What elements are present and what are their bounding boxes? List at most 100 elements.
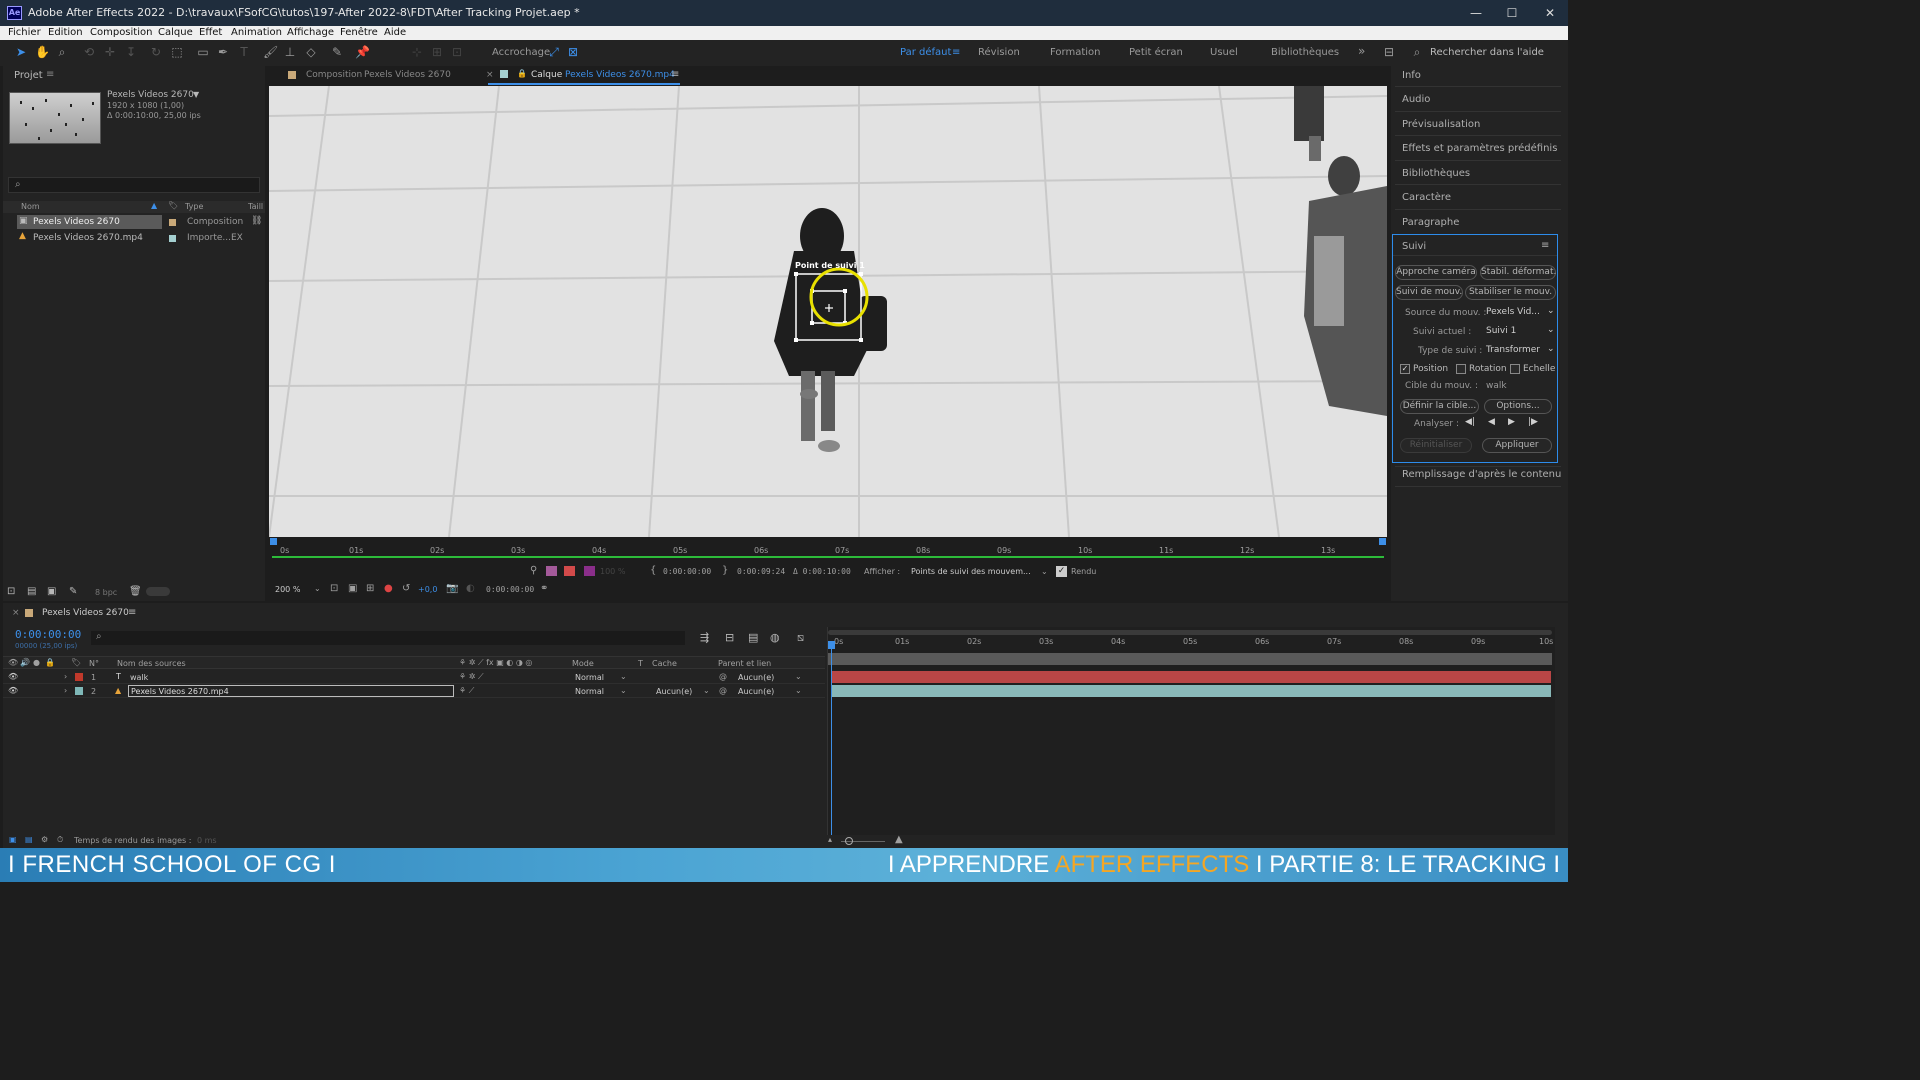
frame-blending-icon[interactable]: ◍ — [770, 631, 780, 644]
layer-label-color[interactable] — [75, 687, 83, 695]
menu-help[interactable]: Aide — [384, 27, 406, 38]
safe-zones-icon[interactable]: ▣ — [348, 583, 357, 594]
project-row-name[interactable]: Pexels Videos 2670.mp4 — [33, 233, 143, 243]
zoom-slider-thumb[interactable] — [845, 837, 853, 845]
in-time[interactable]: 0:00:00:00 — [663, 567, 711, 576]
chevron-down-icon[interactable]: ⌄ — [1547, 325, 1555, 339]
panel-menu-icon[interactable]: ≡ — [671, 69, 679, 80]
layer-parent-select[interactable]: Aucun(e) — [738, 687, 774, 696]
workspace-default[interactable]: Par défaut — [900, 47, 951, 58]
orbit-tool-icon[interactable]: ⟲ — [82, 45, 96, 59]
close-button[interactable]: ✕ — [1532, 3, 1568, 23]
panel-content-aware-fill[interactable]: Remplissage d'après le contenu — [1402, 469, 1561, 480]
out-time[interactable]: 0:00:09:24 — [737, 567, 785, 576]
track-motion-button[interactable]: Suivi de mouv. — [1395, 285, 1463, 300]
workspace-standard[interactable]: Usuel — [1210, 47, 1238, 58]
project-row-name[interactable]: Pexels Videos 2670 — [33, 217, 120, 227]
composition-tab-label[interactable]: Composition — [306, 70, 362, 80]
set-in-point-icon[interactable]: { — [650, 565, 656, 576]
layer-tab-name[interactable]: Pexels Videos 2670.mp4 — [565, 70, 675, 80]
track-type-select[interactable]: Transformer — [1486, 345, 1540, 359]
search-help-input[interactable]: Rechercher dans l'aide — [1430, 47, 1544, 58]
chevron-down-icon[interactable]: ⌄ — [1547, 306, 1555, 320]
project-search-input[interactable]: ⌕ — [8, 177, 260, 193]
hand-tool-icon[interactable]: ✋ — [35, 45, 50, 59]
panel-menu-icon[interactable]: ≡ — [46, 69, 54, 80]
zoom-in-icon[interactable]: ▲ — [895, 834, 903, 845]
anchor-tool-icon[interactable]: ⬚ — [170, 45, 184, 59]
fit-icon[interactable]: ⊡ — [330, 583, 338, 594]
panel-paragraph[interactable]: Paragraphe — [1402, 217, 1459, 228]
warp-stabilizer-button[interactable]: Stabil. déformat. — [1480, 265, 1556, 280]
current-time-indicator[interactable] — [831, 641, 832, 835]
panel-audio[interactable]: Audio — [1402, 94, 1430, 105]
maximize-button[interactable]: ☐ — [1494, 3, 1530, 23]
analyze-backward-icon[interactable]: ◀ — [1488, 417, 1495, 431]
layer-viewer[interactable]: Point de suivi 1 — [269, 86, 1387, 537]
analyze-backward-frame-icon[interactable]: ◀| — [1465, 417, 1475, 431]
menu-file[interactable]: Fichier — [8, 27, 41, 38]
visibility-eye-icon[interactable]: 👁 — [8, 686, 18, 695]
menu-layer[interactable]: Calque — [158, 27, 193, 38]
brush-tool-icon[interactable]: 🖌 — [263, 45, 278, 59]
reset-button[interactable]: Réinitialiser — [1400, 438, 1472, 453]
transfer-controls-toggle-icon[interactable]: ▤ — [25, 835, 33, 844]
link-icon[interactable]: ⚭ — [540, 583, 548, 594]
new-folder-icon[interactable]: ▤ — [27, 586, 36, 597]
zoom-tool-icon[interactable]: ⌕ — [55, 45, 69, 59]
in-point-marker[interactable] — [270, 538, 277, 545]
layer-parent-select[interactable]: Aucun(e) — [738, 673, 774, 682]
menu-window[interactable]: Fenêtre — [340, 27, 378, 38]
composition-tab-name[interactable]: Pexels Videos 2670 — [364, 70, 451, 80]
draft-3d-icon[interactable]: ⊟ — [725, 631, 734, 644]
graph-editor-icon[interactable]: ⧅ — [797, 631, 804, 645]
render-time-toggle-icon[interactable]: ⏱ — [57, 835, 63, 845]
menu-effect[interactable]: Effet — [199, 27, 222, 38]
chevron-down-icon[interactable]: ⌄ — [795, 672, 802, 681]
zoom-out-icon[interactable]: ▴ — [828, 835, 832, 844]
chevron-down-icon[interactable]: ⌄ — [1041, 567, 1048, 576]
timeline-tab[interactable]: Pexels Videos 2670 — [42, 608, 129, 618]
rotation-checkbox[interactable] — [1456, 364, 1466, 374]
panel-character[interactable]: Caractère — [1402, 192, 1451, 203]
position-checkbox[interactable]: ✓ — [1400, 364, 1410, 374]
workspace-panel-icon[interactable]: ⊟ — [1382, 45, 1396, 59]
channel-button[interactable] — [546, 566, 557, 576]
out-point-marker[interactable] — [1379, 538, 1386, 545]
lock-switch-icon[interactable]: 🔒 — [45, 658, 55, 667]
menu-view[interactable]: Affichage — [287, 27, 334, 38]
workspace-small-screen[interactable]: Petit écran — [1129, 47, 1183, 58]
panel-effects-presets[interactable]: Effets et paramètres prédéfinis — [1402, 143, 1557, 154]
timeline-graph[interactable]: 0s 01s 02s 03s 04s 05s 06s 07s 08s 09s 1… — [827, 627, 1555, 835]
column-size[interactable]: Taill — [248, 202, 263, 211]
channels-icon[interactable]: ● — [384, 583, 393, 594]
selection-tool-icon[interactable]: ➤ — [14, 45, 28, 59]
label-color-swatch[interactable] — [169, 235, 176, 242]
alpha-button[interactable] — [584, 566, 595, 576]
menu-animation[interactable]: Animation — [231, 27, 282, 38]
panel-menu-icon[interactable]: ≡ — [128, 607, 136, 618]
close-tab-icon[interactable]: × — [12, 608, 20, 618]
in-out-toggle-icon[interactable]: ⚙ — [41, 835, 48, 844]
workspace-overflow-icon[interactable]: » — [1358, 44, 1365, 58]
column-source-name[interactable]: Nom des sources — [117, 659, 186, 668]
layer-bar-walk[interactable] — [831, 671, 1551, 683]
layer-label-color[interactable] — [75, 673, 83, 681]
panel-preview[interactable]: Prévisualisation — [1402, 119, 1480, 130]
type-tool-icon[interactable]: T — [237, 45, 251, 59]
video-switch-icon[interactable]: 👁 — [8, 658, 18, 667]
scale-checkbox[interactable] — [1510, 364, 1520, 374]
bit-depth-button[interactable]: 8 bpc — [95, 588, 117, 597]
set-target-button[interactable]: Définir la cible... — [1400, 399, 1479, 414]
menu-composition[interactable]: Composition — [90, 27, 152, 38]
timeline-current-time[interactable]: 0:00:00:00 — [15, 628, 81, 641]
panel-info[interactable]: Info — [1402, 70, 1421, 81]
render-checkbox[interactable]: ✓ — [1056, 566, 1067, 577]
work-area-bar[interactable] — [828, 653, 1552, 665]
local-axis-icon[interactable]: ⊹ — [410, 45, 424, 59]
chevron-down-icon[interactable]: ⌄ — [795, 686, 802, 695]
workspace-review[interactable]: Révision — [978, 47, 1020, 58]
shy-layers-icon[interactable]: ▤ — [748, 631, 758, 644]
dolly-tool-icon[interactable]: ↧ — [124, 45, 138, 59]
workspace-libraries[interactable]: Bibliothèques — [1271, 47, 1339, 58]
